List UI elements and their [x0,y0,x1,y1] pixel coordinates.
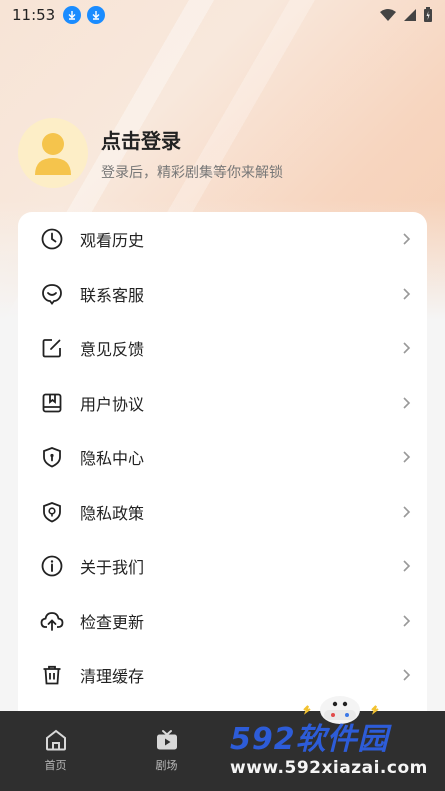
signal-icon [404,9,416,21]
menu-item-privacy-policy[interactable]: 隐私政策 [18,485,427,540]
menu-card: 观看历史 联系客服 意见反馈 用户协议 隐私中心 隐私政策 关于我们 检查更新 … [18,212,427,732]
clock-icon [40,227,64,251]
chevron-right-icon [403,615,411,627]
status-bar: 11:53 [0,0,445,30]
watermark-name: 软件园 [295,722,389,757]
menu-item-label: 清理缓存 [80,667,145,687]
menu-item-privacy-center[interactable]: 隐私中心 [18,430,427,485]
status-time: 11:53 [12,6,56,24]
wifi-icon [380,9,396,21]
download-icon [87,6,106,24]
menu-item-label: 联系客服 [80,285,145,305]
chevron-right-icon [403,669,411,681]
menu-item-feedback[interactable]: 意见反馈 [18,321,427,376]
chevron-right-icon [403,233,411,245]
tab-home[interactable]: 首页 [0,711,111,791]
game-controller-mascot-icon [303,696,379,724]
tab-label: 剧场 [155,759,178,772]
tab-theater[interactable]: 剧场 [111,711,222,791]
chevron-right-icon [403,342,411,354]
menu-item-about-us[interactable]: 关于我们 [18,539,427,594]
upload-cloud-icon [40,609,64,633]
watermark-url: www.592xiazai.com [230,758,428,778]
menu-item-history[interactable]: 观看历史 [18,212,427,267]
chevron-right-icon [403,451,411,463]
shield-lock-icon [40,445,64,469]
menu-item-label: 关于我们 [80,558,145,578]
chevron-right-icon [403,506,411,518]
menu-item-label: 观看历史 [80,231,145,251]
menu-item-label: 隐私中心 [80,449,145,469]
headset-icon [40,282,64,306]
battery-icon [424,7,432,22]
menu-item-label: 意见反馈 [80,340,145,360]
shield-policy-icon [40,500,64,524]
chevron-right-icon [403,560,411,572]
user-avatar-icon [35,133,71,175]
book-icon [40,391,64,415]
tab-label: 首页 [44,759,67,772]
chevron-right-icon [403,288,411,300]
home-icon [45,729,66,751]
menu-item-customer-service[interactable]: 联系客服 [18,267,427,322]
menu-item-check-update[interactable]: 检查更新 [18,594,427,649]
trash-icon [40,663,64,687]
menu-item-label: 检查更新 [80,612,145,632]
watermark-number: 592 [230,722,296,757]
menu-item-clear-cache[interactable]: 清理缓存 [18,648,427,703]
watermark-logo: 592软件园 www.592xiazai.com [222,722,445,791]
login-title[interactable]: 点击登录 [101,125,283,154]
menu-item-label: 隐私政策 [80,503,145,523]
login-header[interactable]: 点击登录 登录后，精彩剧集等你来解锁 [18,118,283,188]
menu-item-user-agreement[interactable]: 用户协议 [18,376,427,431]
avatar[interactable] [18,118,88,188]
menu-item-label: 用户协议 [80,394,145,414]
download-icon [63,6,82,24]
edit-icon [40,336,64,360]
chevron-right-icon [403,397,411,409]
tv-play-icon [156,730,177,750]
login-subtitle: 登录后，精彩剧集等你来解锁 [101,164,283,181]
info-icon [40,554,64,578]
